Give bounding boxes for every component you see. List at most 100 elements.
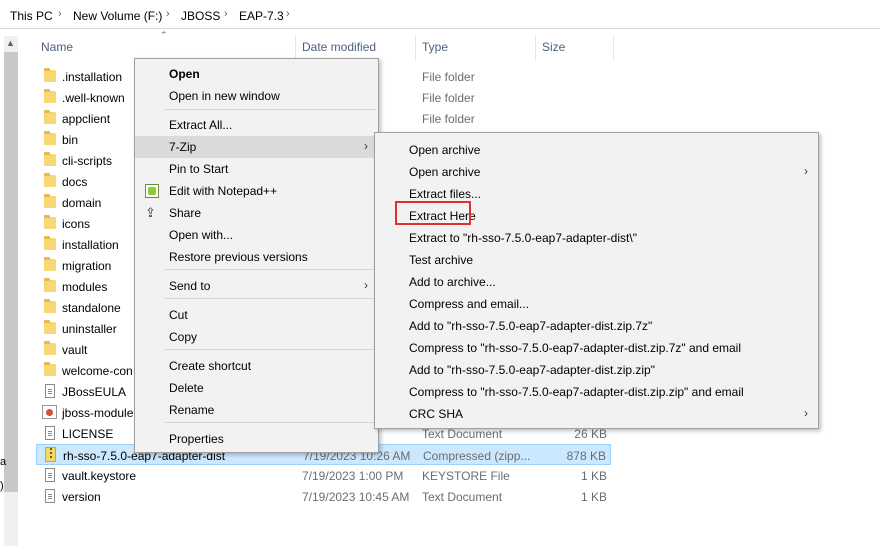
context-menu-item-pin-to-start[interactable]: Pin to Start [135, 158, 378, 180]
file-name: docs [62, 175, 88, 189]
breadcrumb-this-pc[interactable]: This PC [10, 9, 53, 23]
context-menu-item-delete[interactable]: Delete [135, 377, 378, 399]
folder-icon [44, 236, 56, 250]
document-icon [45, 468, 55, 482]
sevenzip-item-label: Compress and email... [409, 297, 530, 311]
breadcrumb-eap[interactable]: EAP-7.3 [239, 9, 284, 23]
nav-pane-scroll-thumb[interactable] [4, 52, 18, 492]
context-menu-item-create-shortcut[interactable]: Create shortcut [135, 355, 378, 377]
file-type: Text Document [422, 427, 503, 441]
file-name: .well-known [62, 91, 125, 105]
column-header-size[interactable]: Size [542, 40, 565, 58]
file-type: Text Document [422, 490, 503, 504]
file-size: 1 KB [580, 469, 607, 483]
file-date: 7/19/2023 10:45 AM [302, 490, 410, 504]
context-menu-item-label: 7-Zip [169, 140, 197, 154]
context-menu-item-copy[interactable]: Copy [135, 326, 378, 348]
chevron-right-icon[interactable]: › [224, 8, 228, 20]
sevenzip-item-8[interactable]: Compress and email... [375, 293, 818, 315]
file-row[interactable]: version 7/19/2023 10:45 AM Text Document 1 … [36, 486, 611, 507]
folder-icon [44, 131, 56, 145]
file-name: .installation [62, 70, 123, 84]
context-menu-item-7-zip[interactable]: 7-Zip › [135, 136, 378, 158]
file-date: 7/19/2023 1:00 PM [302, 469, 404, 483]
file-name: welcome-con [62, 364, 133, 378]
sort-ascending-icon: ⌃ [160, 30, 168, 40]
context-menu-item-label: Delete [169, 381, 204, 395]
context-menu-item-edit-with-notepad[interactable]: Edit with Notepad++ [135, 180, 378, 202]
context-menu-item-open[interactable]: Open [135, 63, 378, 85]
folder-icon [44, 68, 56, 82]
chevron-right-icon[interactable]: › [166, 8, 170, 20]
sevenzip-item-13[interactable]: CRC SHA › [375, 403, 818, 425]
folder-icon [44, 341, 56, 355]
folder-icon [44, 299, 56, 313]
breadcrumb-jboss[interactable]: JBOSS [181, 9, 220, 23]
folder-icon [44, 89, 56, 103]
column-divider[interactable] [295, 36, 296, 60]
column-header-date[interactable]: Date modified [302, 40, 376, 58]
context-menu-item-rename[interactable]: Rename [135, 399, 378, 421]
sevenzip-item-label: Extract to "rh-sso-7.5.0-eap7-adapter-di… [409, 231, 637, 245]
sevenzip-item-5[interactable]: Extract to "rh-sso-7.5.0-eap7-adapter-di… [375, 227, 818, 249]
file-size: 1 KB [580, 490, 607, 504]
column-header-name[interactable]: Name [41, 40, 73, 58]
column-divider[interactable] [613, 36, 614, 60]
file-name: cli-scripts [62, 154, 112, 168]
context-menu-item-label: Cut [169, 308, 188, 322]
menu-separator [165, 349, 376, 350]
folder-icon [44, 110, 56, 124]
file-type: File folder [422, 70, 475, 84]
chevron-right-icon: › [364, 139, 368, 153]
chevron-right-icon[interactable]: › [58, 8, 62, 20]
context-menu-item-send-to[interactable]: Send to › [135, 275, 378, 297]
context-menu-item-label: Open in new window [169, 89, 280, 103]
column-divider[interactable] [415, 36, 416, 60]
context-menu-item-cut[interactable]: Cut [135, 304, 378, 326]
column-header-type[interactable]: Type [422, 40, 448, 58]
file-type: KEYSTORE File [422, 469, 510, 483]
file-row[interactable]: vault.keystore 7/19/2023 1:00 PM KEYSTORE … [36, 465, 611, 486]
java-file-icon [42, 405, 57, 419]
sevenzip-item-2[interactable]: Open archive › [375, 161, 818, 183]
sevenzip-item-9[interactable]: Add to "rh-sso-7.5.0-eap7-adapter-dist.z… [375, 315, 818, 337]
chevron-right-icon: › [804, 406, 808, 420]
file-name: vault.keystore [62, 469, 137, 483]
sevenzip-item-7[interactable]: Add to archive... [375, 271, 818, 293]
context-menu: Open Open in new window Extract All... 7-Zi… [134, 58, 379, 453]
sevenzip-item-label: Open archive [409, 143, 481, 157]
scroll-up-icon[interactable]: ▲ [6, 38, 15, 48]
chevron-right-icon[interactable]: › [286, 8, 290, 20]
file-name: migration [62, 259, 112, 273]
folder-icon [44, 152, 56, 166]
file-name: modules [62, 280, 108, 294]
context-menu-item-open-in-new-window[interactable]: Open in new window [135, 85, 378, 107]
folder-icon [44, 194, 56, 208]
sevenzip-item-1[interactable]: Open archive [375, 139, 818, 161]
file-name: appclient [62, 112, 111, 126]
breadcrumb-new-volume[interactable]: New Volume (F:) [73, 9, 162, 23]
folder-icon [44, 362, 56, 376]
context-menu-item-label: Create shortcut [169, 359, 252, 373]
menu-separator [165, 109, 376, 110]
share-icon: ⇪ [145, 205, 156, 220]
file-size: 26 KB [574, 427, 607, 441]
context-menu-item-restore-previous-versions[interactable]: Restore previous versions [135, 246, 378, 268]
menu-separator [165, 422, 376, 423]
column-divider[interactable] [535, 36, 536, 60]
context-menu-item-extract-all[interactable]: Extract All... [135, 114, 378, 136]
context-menu-item-open-with[interactable]: Open with... [135, 224, 378, 246]
context-menu-item-share[interactable]: ⇪ Share [135, 202, 378, 224]
sevenzip-item-11[interactable]: Add to "rh-sso-7.5.0-eap7-adapter-dist.z… [375, 359, 818, 381]
context-menu-item-label: Copy [169, 330, 198, 344]
sevenzip-item-label: Add to archive... [409, 275, 496, 289]
sevenzip-item-10[interactable]: Compress to "rh-sso-7.5.0-eap7-adapter-d… [375, 337, 818, 359]
context-menu-item-label: Restore previous versions [169, 250, 308, 264]
sevenzip-item-6[interactable]: Test archive [375, 249, 818, 271]
folder-icon [44, 215, 56, 229]
context-menu-item-label: Properties [169, 432, 224, 446]
folder-icon [44, 173, 56, 187]
sevenzip-item-12[interactable]: Compress to "rh-sso-7.5.0-eap7-adapter-d… [375, 381, 818, 403]
context-menu-item-properties[interactable]: Properties [135, 428, 378, 450]
sevenzip-item-label: Add to "rh-sso-7.5.0-eap7-adapter-dist.z… [409, 319, 653, 333]
